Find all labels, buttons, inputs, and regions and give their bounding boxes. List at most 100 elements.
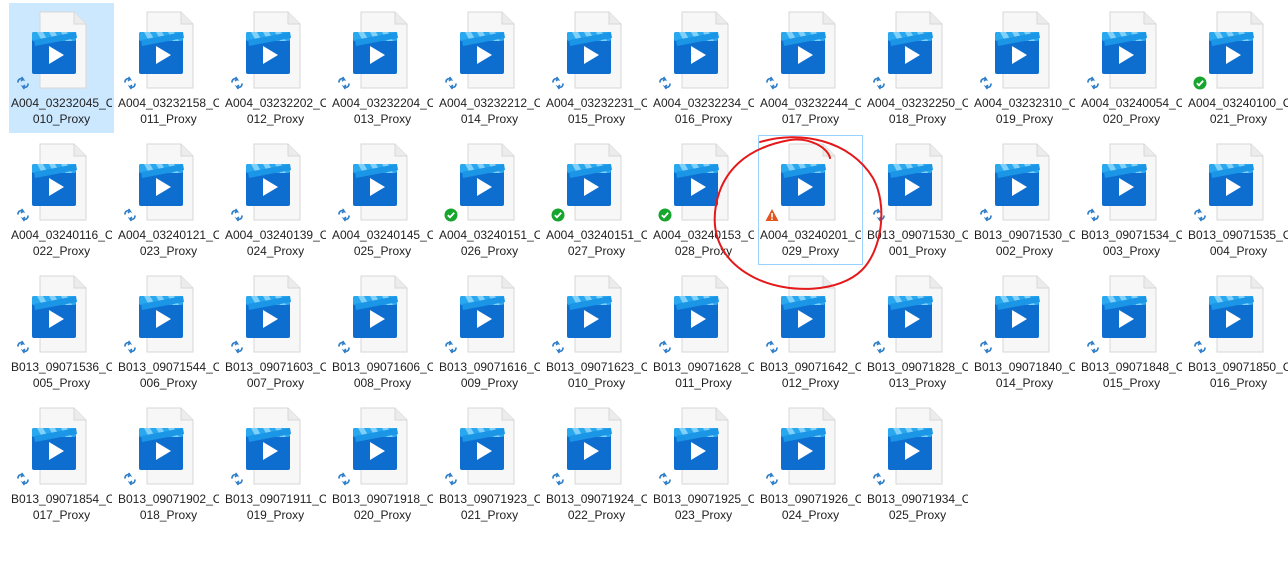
synced-check-icon [1193, 76, 1207, 90]
sync-pending-icon [872, 340, 886, 354]
file-name-line-1: A004_03232158_C [118, 96, 219, 110]
file-name-line-1: B013_09071854_C [11, 492, 112, 506]
file-name-label: A004_03232158_C 011_Proxy [118, 95, 219, 127]
file-item[interactable]: A004_03232202_C 012_Proxy [223, 3, 328, 133]
file-item[interactable]: B013_09071623_C 010_Proxy [544, 267, 649, 397]
file-item[interactable]: A004_03240151_C 026_Proxy [437, 135, 542, 265]
file-name-line-1: A004_03232250_C [867, 96, 968, 110]
file-name-line-2: 001_Proxy [888, 244, 947, 258]
file-item[interactable]: B013_09071530_C 002_Proxy [972, 135, 1077, 265]
video-file-icon [987, 274, 1065, 354]
file-item[interactable]: A004_03240151_C 027_Proxy [544, 135, 649, 265]
file-name-line-2: 020_Proxy [1102, 112, 1161, 126]
file-item[interactable]: B013_09071530_C 001_Proxy [865, 135, 970, 265]
file-name-line-1: A004_03232212_C [439, 96, 540, 110]
file-name-line-1: B013_09071840_C [974, 360, 1075, 374]
file-item[interactable]: B013_09071534_C 003_Proxy [1079, 135, 1184, 265]
sync-pending-icon [337, 76, 351, 90]
sync-pending-icon [123, 76, 137, 90]
file-item[interactable]: B013_09071926_C 024_Proxy [758, 399, 863, 529]
file-name-line-2: 016_Proxy [674, 112, 733, 126]
file-name-label: A004_03232250_C 018_Proxy [867, 95, 968, 127]
file-item[interactable]: A004_03240145_C 025_Proxy [330, 135, 435, 265]
sync-pending-icon [123, 472, 137, 486]
video-file-icon [559, 274, 637, 354]
file-name-line-1: A004_03240151_C [546, 228, 647, 242]
file-name-label: A004_03232234_C 016_Proxy [653, 95, 754, 127]
file-item[interactable]: B013_09071616_C 009_Proxy [437, 267, 542, 397]
file-item[interactable]: A004_03232310_C 019_Proxy [972, 3, 1077, 133]
file-name-line-2: 024_Proxy [781, 508, 840, 522]
file-item[interactable]: B013_09071603_C 007_Proxy [223, 267, 328, 397]
file-item[interactable]: B013_09071536_C 005_Proxy [9, 267, 114, 397]
file-name-line-1: A004_03232310_C [974, 96, 1075, 110]
file-name-line-2: 025_Proxy [888, 508, 947, 522]
file-name-line-1: B013_09071616_C [439, 360, 540, 374]
file-name-line-1: B013_09071603_C [225, 360, 326, 374]
sync-pending-icon [1193, 208, 1207, 222]
file-item[interactable]: B013_09071606_C 008_Proxy [330, 267, 435, 397]
video-file-icon [773, 274, 851, 354]
file-item[interactable]: B013_09071642_C 012_Proxy [758, 267, 863, 397]
file-name-line-2: 014_Proxy [460, 112, 519, 126]
file-item[interactable]: B013_09071535_C 004_Proxy [1186, 135, 1288, 265]
file-name-line-2: 012_Proxy [781, 376, 840, 390]
sync-pending-icon [123, 208, 137, 222]
file-item[interactable]: B013_09071828_C 013_Proxy [865, 267, 970, 397]
sync-pending-icon [872, 76, 886, 90]
file-explorer-large-icons-view[interactable]: A004_03232045_C 010_Proxy A004_03232158_C 0… [0, 0, 1288, 574]
synced-check-icon [658, 208, 672, 222]
file-item[interactable]: A004_03232204_C 013_Proxy [330, 3, 435, 133]
file-item[interactable]: B013_09071911_C 019_Proxy [223, 399, 328, 529]
file-item[interactable]: A004_03232158_C 011_Proxy [116, 3, 221, 133]
video-file-icon [773, 406, 851, 486]
sync-pending-icon [230, 208, 244, 222]
file-item[interactable]: A004_03232250_C 018_Proxy [865, 3, 970, 133]
file-item[interactable]: A004_03240121_C 023_Proxy [116, 135, 221, 265]
file-name-line-1: A004_03240153_C [653, 228, 754, 242]
file-item[interactable]: B013_09071854_C 017_Proxy [9, 399, 114, 529]
file-name-label: B013_09071628_C 011_Proxy [653, 359, 754, 391]
file-item[interactable]: A004_03240153_C 028_Proxy [651, 135, 756, 265]
file-name-line-1: A004_03232204_C [332, 96, 433, 110]
sync-pending-icon [872, 472, 886, 486]
file-item[interactable]: B013_09071934_C 025_Proxy [865, 399, 970, 529]
file-item[interactable]: A004_03232212_C 014_Proxy [437, 3, 542, 133]
file-name-label: A004_03240153_C 028_Proxy [653, 227, 754, 259]
file-item[interactable]: B013_09071850_C 016_Proxy [1186, 267, 1288, 397]
file-name-line-2: 015_Proxy [567, 112, 626, 126]
video-file-icon [452, 10, 530, 90]
video-file-icon [24, 142, 102, 222]
file-item[interactable]: A004_03232231_C 015_Proxy [544, 3, 649, 133]
file-item[interactable]: A004_03240100_C 021_Proxy [1186, 3, 1288, 133]
file-item[interactable]: B013_09071848_C 015_Proxy [1079, 267, 1184, 397]
file-item[interactable]: A004_03240201_C 029_Proxy [758, 135, 863, 265]
file-item[interactable]: B013_09071918_C 020_Proxy [330, 399, 435, 529]
file-item[interactable]: A004_03232045_C 010_Proxy [9, 3, 114, 133]
file-item[interactable]: A004_03240139_C 024_Proxy [223, 135, 328, 265]
video-file-icon [238, 274, 316, 354]
file-item[interactable]: B013_09071902_C 018_Proxy [116, 399, 221, 529]
file-name-label: B013_09071926_C 024_Proxy [760, 491, 861, 523]
video-file-icon [131, 142, 209, 222]
file-name-line-1: A004_03232234_C [653, 96, 754, 110]
file-name-line-2: 018_Proxy [888, 112, 947, 126]
file-item[interactable]: B013_09071544_C 006_Proxy [116, 267, 221, 397]
file-name-line-2: 011_Proxy [140, 112, 197, 126]
file-name-line-2: 015_Proxy [1102, 376, 1161, 390]
file-item[interactable]: B013_09071924_C 022_Proxy [544, 399, 649, 529]
file-item[interactable]: A004_03240116_C 022_Proxy [9, 135, 114, 265]
file-name-line-1: A004_03232202_C [225, 96, 326, 110]
file-name-line-2: 013_Proxy [353, 112, 412, 126]
file-item[interactable]: B013_09071923_C 021_Proxy [437, 399, 542, 529]
file-item[interactable]: B013_09071840_C 014_Proxy [972, 267, 1077, 397]
file-name-line-2: 013_Proxy [888, 376, 947, 390]
sync-pending-icon [658, 76, 672, 90]
file-item[interactable]: A004_03232244_C 017_Proxy [758, 3, 863, 133]
file-item[interactable]: A004_03232234_C 016_Proxy [651, 3, 756, 133]
file-item[interactable]: B013_09071628_C 011_Proxy [651, 267, 756, 397]
sync-pending-icon [444, 472, 458, 486]
file-item[interactable]: B013_09071925_C 023_Proxy [651, 399, 756, 529]
file-name-line-1: A004_03240121_C [118, 228, 219, 242]
file-item[interactable]: A004_03240054_C 020_Proxy [1079, 3, 1184, 133]
